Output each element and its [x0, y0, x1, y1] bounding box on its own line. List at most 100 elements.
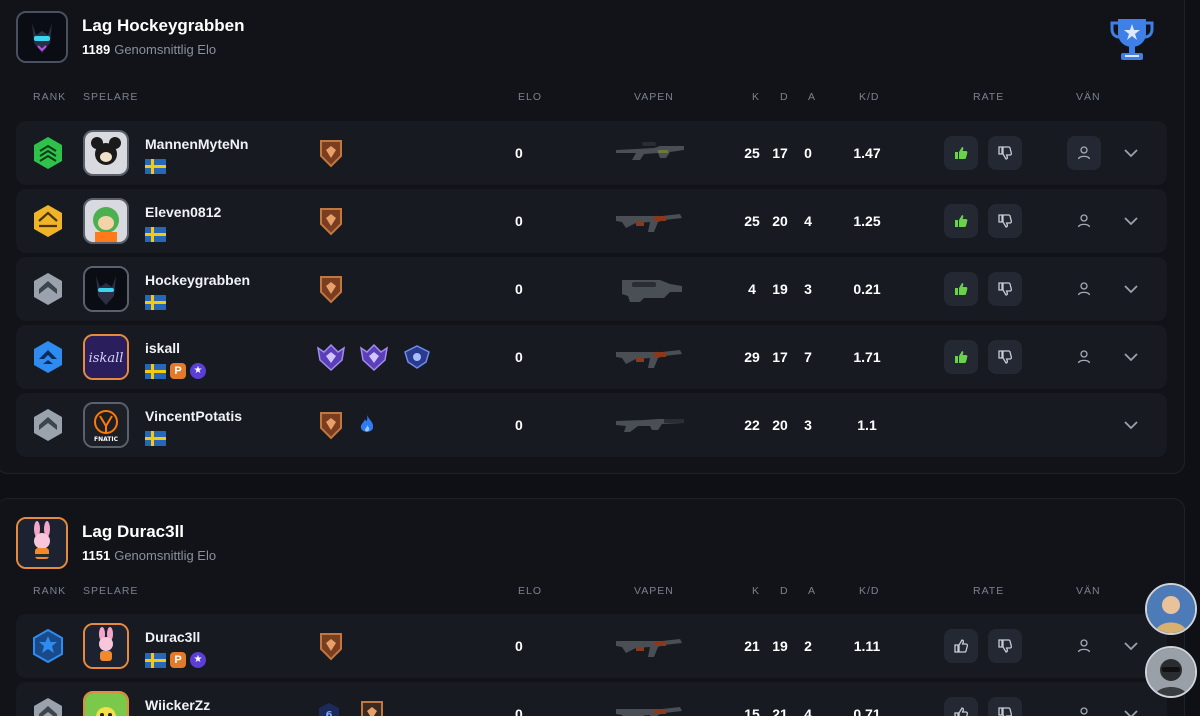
rate-up-button[interactable]: [944, 697, 978, 716]
player-kills: 25: [744, 145, 760, 161]
flame-icon: [360, 415, 374, 432]
chevron-down-icon[interactable]: [1122, 637, 1140, 655]
thumbs-up-icon: [955, 283, 968, 295]
col-header-weapon: VAPEN: [634, 91, 674, 103]
player-name[interactable]: iskall: [145, 340, 180, 356]
sweden-flag-icon: [145, 652, 166, 668]
player-assists: 3: [804, 417, 812, 433]
player-name[interactable]: Hockeygrabben: [145, 272, 250, 288]
player-avatar[interactable]: iskall: [83, 334, 129, 380]
rate-down-button[interactable]: [988, 629, 1022, 663]
chevron-down-icon[interactable]: [1122, 348, 1140, 366]
thumbs-up-icon: [954, 639, 969, 653]
player-kd: 1.47: [853, 145, 881, 161]
rate-down-button[interactable]: [988, 204, 1022, 238]
rate-down-button[interactable]: [988, 340, 1022, 374]
add-friend-button[interactable]: [1067, 136, 1101, 170]
player-kd: 1.25: [853, 213, 881, 229]
add-friend-button[interactable]: [1067, 272, 1101, 306]
chevron-down-icon[interactable]: [1122, 705, 1140, 716]
thumbs-up-icon: [955, 351, 968, 363]
player-elo: 0: [515, 638, 523, 654]
add-friend-button[interactable]: [1067, 204, 1101, 238]
player-avatar[interactable]: [83, 198, 129, 244]
player-name[interactable]: Durac3ll: [145, 629, 200, 645]
player-deaths: 19: [772, 638, 788, 654]
chevron-down-icon[interactable]: [1122, 212, 1140, 230]
thumbs-up-icon: [955, 215, 968, 227]
svg-text:6: 6: [326, 710, 333, 716]
ak47-icon: [616, 214, 682, 232]
m4a1s-icon: [616, 419, 684, 432]
team-avatar[interactable]: [16, 517, 68, 569]
col-header-a: A: [808, 91, 817, 103]
chevron-down-icon[interactable]: [1122, 144, 1140, 162]
player-row[interactable]: Durac3ll P ★ 0 21 19 2 1.11: [16, 614, 1167, 678]
player-name[interactable]: MannenMyteNn: [145, 136, 248, 152]
thumbs-up-icon: [955, 147, 968, 159]
player-kd: 1.1: [857, 417, 877, 433]
chevron-down-icon[interactable]: [1122, 280, 1140, 298]
player-row[interactable]: Eleven0812 0 25 20 4 1.25: [16, 189, 1167, 253]
player-avatar[interactable]: [83, 130, 129, 176]
thumbs-down-icon: [998, 707, 1013, 716]
medal-icon: [316, 343, 346, 372]
team-header: Lag Hockeygrabben 1189 Genomsnittlig Elo: [16, 11, 1166, 63]
player-elo: 0: [515, 213, 523, 229]
player-elo: 0: [515, 145, 523, 161]
rank-badge-icon: [34, 205, 62, 237]
thumbs-down-icon: [998, 214, 1013, 228]
player-avatar[interactable]: [83, 266, 129, 312]
player-deaths: 21: [772, 706, 788, 716]
player-assists: 0: [804, 145, 812, 161]
add-friend-button[interactable]: [1067, 340, 1101, 374]
team-average-elo: 1189 Genomsnittlig Elo: [82, 42, 217, 57]
rate-down-button[interactable]: [988, 697, 1022, 716]
team-avatar[interactable]: [16, 11, 68, 63]
sweden-flag-icon: [145, 431, 166, 446]
rate-up-button[interactable]: [944, 136, 978, 170]
user-icon: [1077, 639, 1091, 653]
add-friend-button[interactable]: [1067, 697, 1101, 716]
rate-down-button[interactable]: [988, 136, 1022, 170]
col-header-elo: ELO: [518, 585, 543, 597]
user-icon: [1080, 707, 1088, 715]
medal-icon: [320, 412, 342, 440]
rank-badge-icon: [34, 273, 62, 305]
player-row[interactable]: iskall iskall P ★ 0 29 17 7 1.71: [16, 325, 1167, 389]
floating-user-avatar[interactable]: [1145, 583, 1197, 635]
player-name[interactable]: WiickerZz: [145, 697, 210, 713]
thumbs-down-icon: [998, 639, 1013, 653]
col-header-rate: RATE: [973, 91, 1005, 103]
ak47-icon: [616, 350, 682, 368]
player-name[interactable]: VincentPotatis: [145, 408, 242, 424]
rate-up-button[interactable]: [944, 340, 978, 374]
rate-up-button[interactable]: [944, 629, 978, 663]
floating-user-avatar[interactable]: [1145, 646, 1197, 698]
player-avatar[interactable]: [83, 691, 129, 716]
rate-down-button[interactable]: [988, 272, 1022, 306]
add-friend-button[interactable]: [1067, 629, 1101, 663]
col-header-player: SPELARE: [83, 91, 139, 103]
player-avatar[interactable]: [83, 623, 129, 669]
rate-up-button[interactable]: [944, 272, 978, 306]
player-row[interactable]: WiickerZz 6 0 15 21 4 0.71: [16, 682, 1167, 716]
team-card-hockeygrabben: Lag Hockeygrabben 1189 Genomsnittlig Elo …: [0, 0, 1185, 474]
ak47-icon: [616, 639, 682, 657]
player-name[interactable]: Eleven0812: [145, 204, 221, 220]
player-avatar[interactable]: FNATIC: [83, 402, 129, 448]
sweden-flag-icon: [145, 159, 166, 174]
chevron-down-icon[interactable]: [1122, 416, 1140, 434]
premium-badge: P: [170, 363, 186, 379]
player-row[interactable]: FNATIC VincentPotatis 0 22 20 3 1.1: [16, 393, 1167, 457]
premium-badge: P: [170, 652, 186, 668]
thumbs-up-icon: [954, 707, 969, 716]
trophy-icon: [1110, 19, 1154, 60]
rate-up-button[interactable]: [944, 204, 978, 238]
col-header-rank: RANK: [33, 585, 67, 597]
player-row[interactable]: Hockeygrabben 0 4 19 3 0.21: [16, 257, 1167, 321]
player-row[interactable]: MannenMyteNn 0 25 17 0 1.47: [16, 121, 1167, 185]
player-elo: 0: [515, 281, 523, 297]
player-assists: 3: [804, 281, 812, 297]
col-header-kd: K/D: [859, 585, 880, 597]
